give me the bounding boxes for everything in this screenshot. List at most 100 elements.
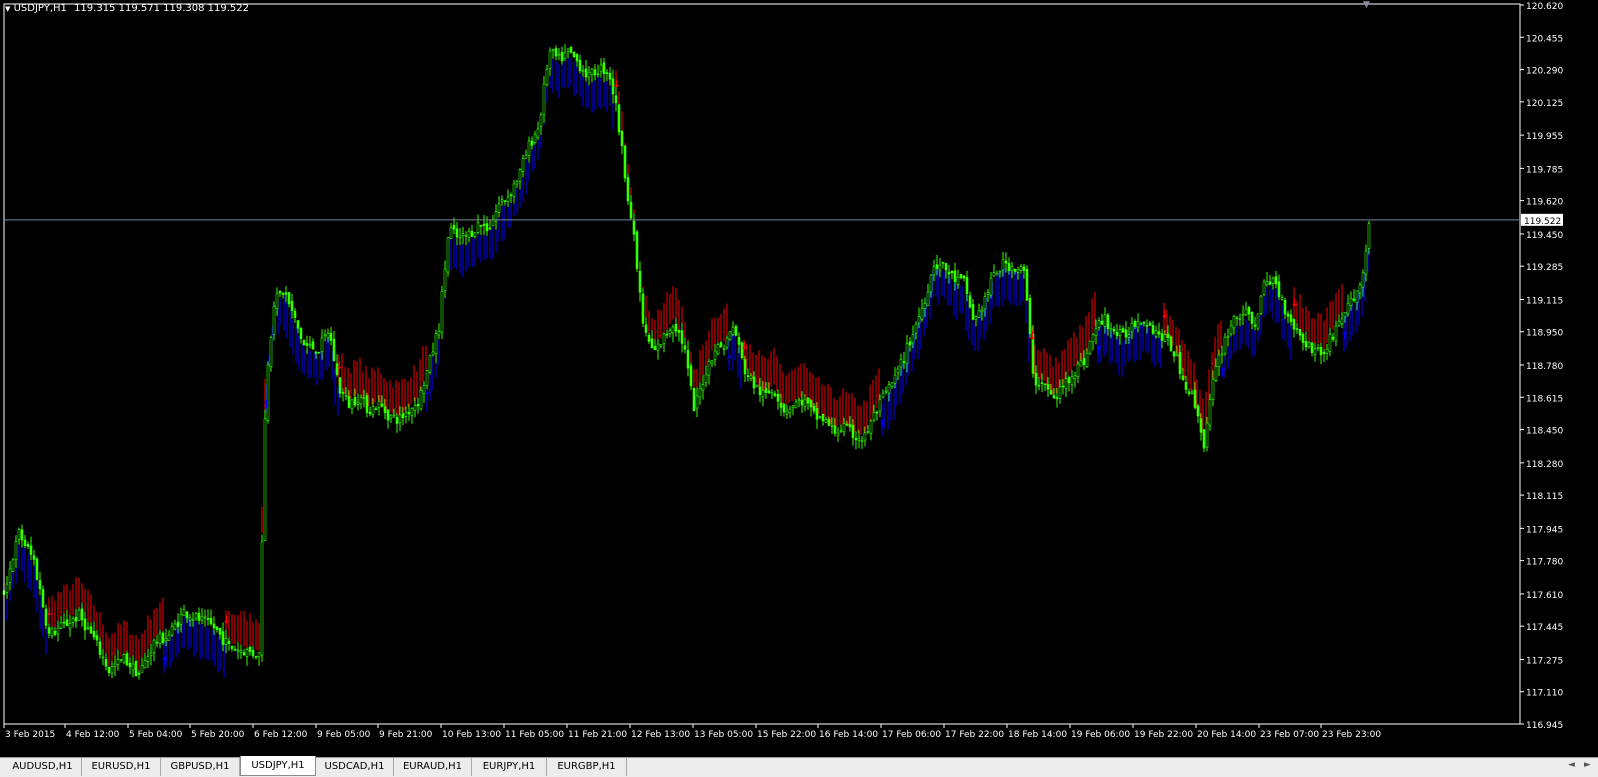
- candle-body: [1136, 321, 1140, 329]
- candle-body: [1079, 360, 1083, 367]
- candle-body: [470, 231, 474, 237]
- candle-body: [455, 228, 459, 238]
- candle-body: [506, 196, 510, 203]
- candle-body: [464, 234, 468, 237]
- candle-body: [626, 177, 630, 202]
- candle-body: [755, 384, 759, 387]
- candle-body: [410, 408, 414, 416]
- candle-body: [119, 659, 123, 661]
- candle-body: [599, 64, 603, 72]
- candle-body: [185, 611, 189, 619]
- candle-body: [314, 351, 318, 354]
- candle-body: [242, 652, 246, 656]
- candle-body: [1049, 390, 1053, 395]
- time-tick-label: 20 Feb 14:00: [1197, 730, 1256, 740]
- candle-body: [680, 330, 684, 344]
- candle-body: [617, 104, 621, 133]
- candle-body: [1064, 378, 1068, 389]
- tab-eurjpy-h1[interactable]: EURJPY,H1: [472, 758, 547, 776]
- candle-body: [1277, 281, 1281, 298]
- candle-body: [1268, 281, 1272, 285]
- candle-body: [710, 360, 714, 364]
- candle-body: [323, 334, 327, 337]
- candle-body: [1151, 325, 1155, 334]
- candle-body: [920, 307, 924, 320]
- candle-body: [146, 656, 150, 662]
- tab-eurgbp-h1[interactable]: EURGBP,H1: [547, 758, 627, 776]
- tab-usdjpy-h1[interactable]: USDJPY,H1: [240, 756, 316, 776]
- candle-body: [836, 432, 840, 436]
- candle-body: [293, 310, 297, 318]
- candle-body: [1178, 352, 1182, 374]
- candle-body: [77, 609, 81, 621]
- candle-body: [887, 384, 891, 394]
- candle-body: [1061, 385, 1065, 388]
- candle-body: [1142, 321, 1146, 324]
- candle-body: [1040, 382, 1044, 385]
- candle-body: [524, 154, 528, 159]
- candle-body: [377, 401, 381, 408]
- candle-body: [452, 224, 456, 230]
- time-tick-label: 9 Feb 21:00: [379, 730, 433, 740]
- candle-body: [701, 384, 705, 391]
- candle-body: [212, 623, 216, 629]
- tab-eurusd-h1[interactable]: EURUSD,H1: [82, 758, 161, 776]
- candle-body: [125, 653, 129, 666]
- candle-body: [596, 73, 600, 75]
- candle-body: [1055, 397, 1059, 399]
- chart-window[interactable]: ↓ ↑ ↓ ↑ ↓ ↑ ↓ ↑ ↓ ↑ ↓ ↑ ↓ ↑ ↓ ↑ 120.620 120.455 120.290 12…: [0, 0, 1598, 757]
- candle-body: [644, 324, 648, 333]
- candle-body: [437, 330, 441, 336]
- candle-body: [1253, 324, 1257, 327]
- candle-body: [1289, 314, 1293, 323]
- candle-body: [56, 627, 60, 635]
- candle-body: [92, 630, 96, 638]
- candle-body: [383, 406, 387, 414]
- candle-body: [221, 631, 225, 645]
- tab-euraud-h1[interactable]: EURAUD,H1: [394, 758, 472, 776]
- triangle-right-icon[interactable]: ►: [1584, 760, 1591, 770]
- shift-marker-icon[interactable]: ▼: [1363, 0, 1370, 10]
- candle-body: [1076, 363, 1080, 378]
- candle-body: [635, 231, 639, 269]
- price-tick-label: 118.115: [1526, 492, 1563, 502]
- candle-body: [1103, 314, 1107, 327]
- candle-body: [1043, 383, 1047, 386]
- candle-body: [296, 320, 300, 329]
- candle-body: [98, 641, 102, 655]
- candle-body: [17, 529, 21, 540]
- time-tick-label: 12 Feb 13:00: [631, 730, 690, 740]
- candle-body: [854, 438, 858, 441]
- candle-body: [266, 364, 270, 421]
- candle-body: [287, 292, 291, 305]
- candle-body: [254, 655, 258, 658]
- candle-body: [1295, 328, 1299, 330]
- candle-body: [749, 375, 753, 379]
- candle-body: [413, 405, 417, 411]
- candle-body: [203, 616, 207, 619]
- candle-body: [1160, 333, 1164, 341]
- symbol-label: USDJPY,H1: [13, 3, 67, 14]
- candle-body: [746, 375, 750, 377]
- candle-body: [131, 663, 135, 671]
- candle-body: [863, 432, 867, 441]
- candle-body: [230, 645, 234, 649]
- candle-body: [446, 237, 450, 273]
- candle-body: [143, 659, 147, 668]
- tab-gbpusd-h1[interactable]: GBPUSD,H1: [161, 758, 240, 776]
- candles-layer: ↓ ↑ ↓ ↑ ↓ ↑ ↓ ↑ ↓ ↑ ↓ ↑ ↓ ↑ ↓ ↑: [2, 44, 1371, 680]
- triangle-left-icon[interactable]: ◄: [1568, 760, 1575, 770]
- tab-usdcad-h1[interactable]: USDCAD,H1: [316, 758, 394, 776]
- candle-body: [1271, 277, 1275, 284]
- collapse-triangle-icon[interactable]: ▼: [5, 5, 10, 13]
- candle-body: [545, 69, 549, 85]
- candle-body: [812, 405, 816, 412]
- candle-body: [785, 410, 789, 415]
- candle-body: [758, 386, 762, 396]
- tab-audusd-h1[interactable]: AUDUSD,H1: [4, 758, 82, 776]
- candle-body: [722, 348, 726, 350]
- candle-body: [1124, 329, 1128, 338]
- price-chart[interactable]: ↓ ↑ ↓ ↑ ↓ ↑ ↓ ↑ ↓ ↑ ↓ ↑ ↓ ↑ ↓ ↑ 120.620 120.455 120.290 12…: [0, 0, 1598, 757]
- price-tick-label: 120.125: [1526, 99, 1563, 109]
- candle-body: [197, 612, 201, 621]
